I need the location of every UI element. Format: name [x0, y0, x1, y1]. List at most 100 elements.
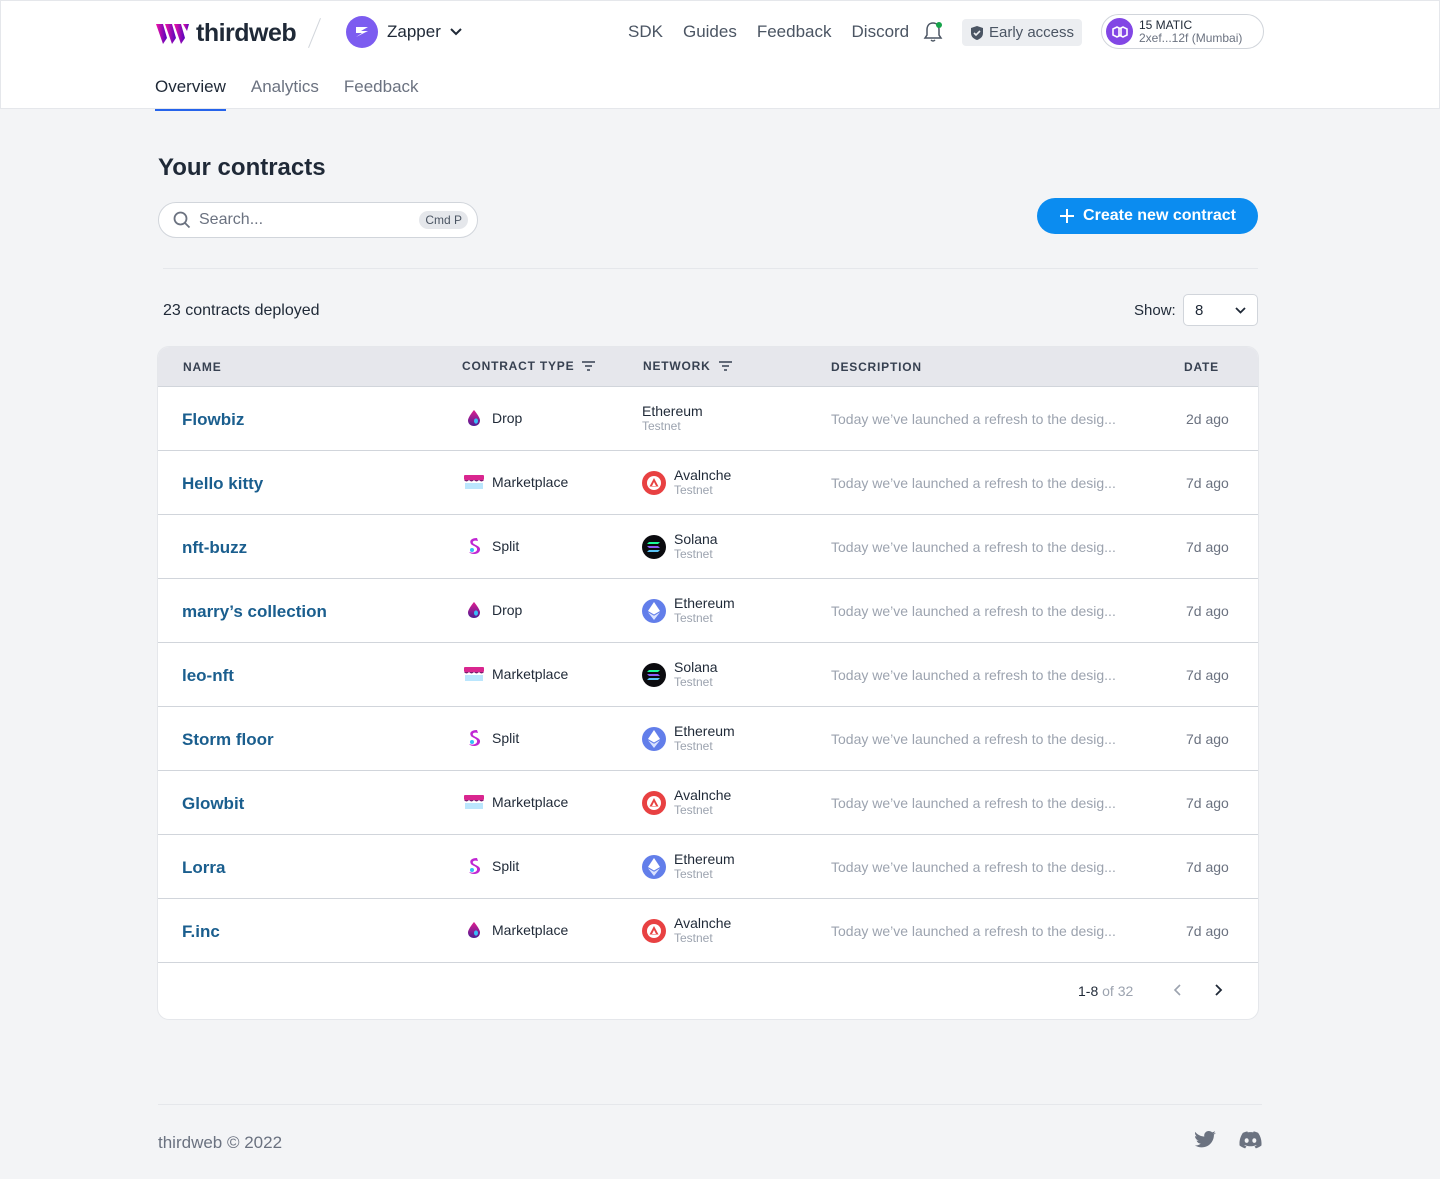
- network-sub: Testnet: [674, 611, 713, 625]
- nav-sdk[interactable]: SDK: [628, 22, 663, 42]
- contract-description: Today we’ve launched a refresh to the de…: [831, 539, 1116, 555]
- avalanche-icon: [642, 471, 666, 495]
- contract-description: Today we’ve launched a refresh to the de…: [831, 923, 1116, 939]
- wallet-balance: 15 MATIC: [1139, 17, 1193, 32]
- network-cell: Avalnche Testnet: [642, 468, 731, 498]
- table-row[interactable]: nft-buzz Split Solana Testnet Today we’v…: [158, 515, 1258, 579]
- plus-icon: [1060, 209, 1075, 223]
- pagination-total: of 32: [1102, 983, 1134, 999]
- contract-type-label: Marketplace: [492, 922, 569, 938]
- create-contract-button[interactable]: Create new contract: [1037, 198, 1258, 234]
- network-sub: Testnet: [674, 931, 713, 945]
- contract-type-label: Split: [492, 858, 520, 874]
- table-row[interactable]: Lorra Split Ethereum Testnet Today we’ve…: [158, 835, 1258, 899]
- tab-feedback[interactable]: Feedback: [344, 77, 419, 111]
- table-row[interactable]: F.inc Marketplace Avalnche Testnet Today…: [158, 899, 1258, 963]
- early-access-badge[interactable]: Early access: [962, 19, 1083, 46]
- contract-name-link[interactable]: Flowbiz: [182, 410, 244, 430]
- avalanche-icon: [642, 919, 666, 943]
- ethereum-icon: [642, 855, 666, 879]
- chevron-down-icon: [1235, 306, 1246, 314]
- column-header-date[interactable]: DATE: [1184, 360, 1219, 374]
- network-cell: Ethereum Testnet: [642, 724, 735, 754]
- network-name: Ethereum: [642, 403, 703, 419]
- network-cell: Ethereum Testnet: [642, 404, 703, 434]
- table-row[interactable]: Storm floor Split Ethereum Testnet Today…: [158, 707, 1258, 771]
- thirdweb-logo[interactable]: thirdweb: [156, 19, 297, 48]
- discord-icon[interactable]: [1239, 1131, 1262, 1149]
- column-header-name[interactable]: NAME: [183, 360, 222, 374]
- polygon-icon: [1106, 18, 1133, 45]
- zapper-icon: [346, 16, 378, 48]
- contract-type: Marketplace: [464, 920, 568, 940]
- search-box[interactable]: Cmd P: [158, 202, 478, 238]
- network-cell: Solana Testnet: [642, 532, 718, 562]
- footer-copyright: thirdweb © 2022: [158, 1133, 283, 1152]
- sub-nav: Overview Analytics Feedback: [155, 77, 419, 111]
- contract-type: Marketplace: [464, 792, 568, 812]
- table-row[interactable]: Glowbit Marketplace Avalnche Testnet Tod…: [158, 771, 1258, 835]
- contract-name-link[interactable]: Glowbit: [182, 794, 244, 814]
- contract-description: Today we’ve launched a refresh to the de…: [831, 859, 1116, 875]
- avalanche-icon: [642, 791, 666, 815]
- network-cell: Avalnche Testnet: [642, 788, 731, 818]
- contract-type: Marketplace: [464, 472, 568, 492]
- table-row[interactable]: Flowbiz Drop Ethereum Testnet Today we’v…: [158, 387, 1258, 451]
- project-name: Zapper: [387, 22, 441, 41]
- network-cell: Ethereum Testnet: [642, 596, 735, 626]
- chevron-right-icon[interactable]: [1208, 980, 1228, 1000]
- filter-icon[interactable]: [582, 361, 596, 371]
- contract-date: 2d ago: [1186, 411, 1229, 427]
- drop-icon: [464, 408, 484, 428]
- contract-name-link[interactable]: marry’s collection: [182, 602, 327, 622]
- table-row[interactable]: Hello kitty Marketplace Avalnche Testnet…: [158, 451, 1258, 515]
- contract-name-link[interactable]: Lorra: [182, 858, 225, 878]
- column-header-network[interactable]: NETWORK: [643, 359, 732, 373]
- create-contract-label: Create new contract: [1083, 207, 1236, 224]
- column-header-contract-type[interactable]: CONTRACT TYPE: [462, 359, 596, 373]
- contract-type: Split: [464, 728, 519, 748]
- wallet-address: 2xef...12f (Mumbai): [1139, 30, 1243, 45]
- contract-name-link[interactable]: Storm floor: [182, 730, 274, 750]
- network-name: Ethereum: [674, 851, 735, 867]
- page-title: Your contracts: [158, 154, 326, 181]
- contract-date: 7d ago: [1186, 795, 1229, 811]
- contract-name-link[interactable]: Hello kitty: [182, 474, 263, 494]
- network-cell: Ethereum Testnet: [642, 852, 735, 882]
- contract-date: 7d ago: [1186, 603, 1229, 619]
- tab-overview[interactable]: Overview: [155, 77, 226, 111]
- contract-name-link[interactable]: leo-nft: [182, 666, 234, 686]
- contract-type: Drop: [464, 600, 522, 620]
- wallet-button[interactable]: 15 MATIC 2xef...12f (Mumbai): [1101, 14, 1264, 49]
- tab-analytics[interactable]: Analytics: [251, 77, 319, 111]
- top-nav: SDK Guides Feedback Discord: [628, 22, 909, 42]
- twitter-icon[interactable]: [1195, 1131, 1217, 1149]
- search-input[interactable]: [199, 211, 409, 229]
- network-sub: Testnet: [674, 675, 713, 689]
- contract-name-link[interactable]: F.inc: [182, 922, 220, 942]
- table-row[interactable]: leo-nft Marketplace Solana Testnet Today…: [158, 643, 1258, 707]
- early-access-label: Early access: [989, 24, 1075, 41]
- contract-date: 7d ago: [1186, 667, 1229, 683]
- contract-description: Today we’ve launched a refresh to the de…: [831, 475, 1116, 491]
- contract-date: 7d ago: [1186, 539, 1229, 555]
- contract-name-link[interactable]: nft-buzz: [182, 538, 247, 558]
- nav-feedback[interactable]: Feedback: [757, 22, 832, 42]
- nav-discord[interactable]: Discord: [852, 22, 910, 42]
- breadcrumb-divider: [308, 17, 321, 49]
- page-size-select[interactable]: 8: [1183, 294, 1258, 326]
- contract-type-label: Marketplace: [492, 474, 569, 490]
- filter-icon[interactable]: [718, 361, 732, 371]
- chevron-left-icon[interactable]: [1168, 980, 1188, 1000]
- network-cell: Avalnche Testnet: [642, 916, 731, 946]
- show-label: Show:: [1134, 302, 1176, 319]
- split-icon: [464, 856, 484, 876]
- network-name: Solana: [674, 659, 718, 675]
- table-row[interactable]: marry’s collection Drop Ethereum Testnet…: [158, 579, 1258, 643]
- contract-type: Split: [464, 856, 519, 876]
- nav-guides[interactable]: Guides: [683, 22, 737, 42]
- contract-type-label: Marketplace: [492, 794, 569, 810]
- solana-icon: [642, 535, 666, 559]
- project-switcher[interactable]: Zapper: [346, 16, 462, 48]
- network-cell: Solana Testnet: [642, 660, 718, 690]
